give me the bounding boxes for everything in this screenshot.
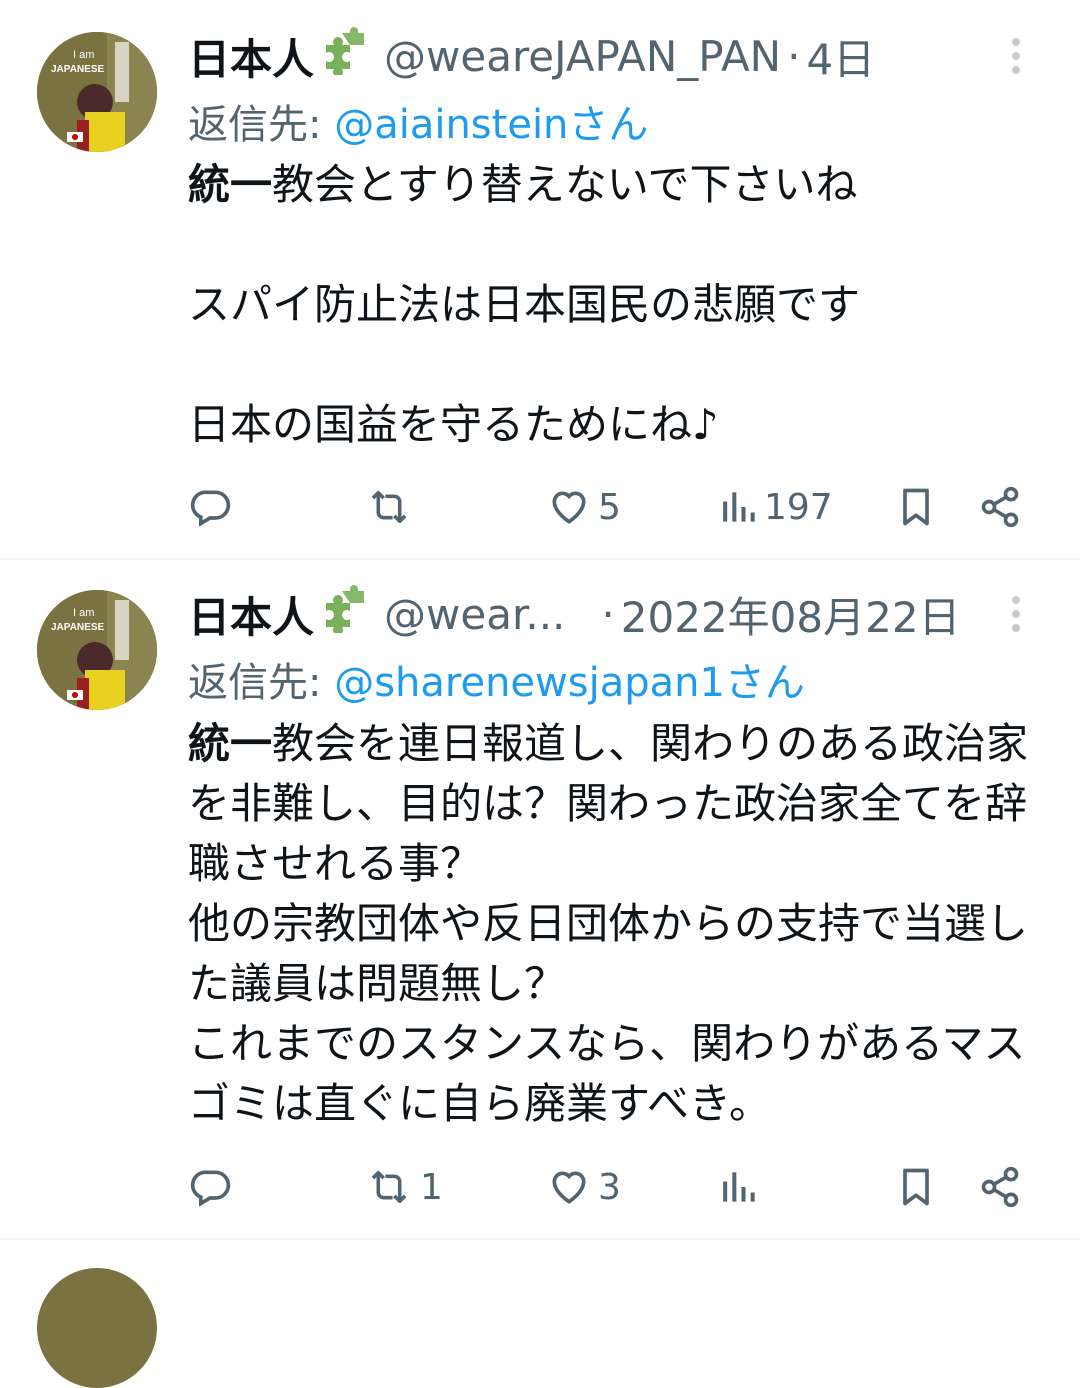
- tweet-header: 日本人 @wear... · 2022年08月22日: [188, 584, 961, 645]
- separator-dot: ·: [601, 589, 615, 639]
- display-name[interactable]: 日本人: [188, 26, 314, 87]
- separator-dot: ·: [787, 31, 801, 81]
- display-name[interactable]: 日本人: [188, 584, 314, 645]
- share-button[interactable]: [978, 1157, 1022, 1217]
- avatar[interactable]: I am JAPANESE: [37, 32, 157, 152]
- action-bar: 1 3: [188, 1157, 1038, 1217]
- retweet-icon: [371, 490, 407, 524]
- tweet-text: 統一教会を連日報道し、関わりのある政治家を非難し、目的は？関わった政治家全てを辞…: [188, 714, 1048, 1134]
- svg-text:I am: I am: [73, 607, 94, 619]
- bookmark-icon: [903, 488, 929, 526]
- views-count: 197: [764, 486, 833, 528]
- bookmark-button[interactable]: [894, 477, 938, 537]
- reply-button[interactable]: [188, 477, 238, 537]
- views-button[interactable]: 197: [718, 477, 833, 537]
- like-count: 3: [598, 1166, 621, 1208]
- reply-to-handle[interactable]: @aiainsteinさん: [334, 102, 648, 148]
- more-icon[interactable]: [996, 28, 1036, 84]
- bookmark-icon: [903, 1168, 929, 1206]
- more-icon[interactable]: [996, 586, 1036, 642]
- reply-icon: [190, 1170, 231, 1207]
- divider: [0, 558, 1080, 560]
- tweet-text-rest: 教会を連日報道し、関わりのある政治家を非難し、目的は？関わった政治家全てを辞職さ…: [188, 719, 1029, 1128]
- avatar[interactable]: [37, 1268, 157, 1388]
- reply-icon: [190, 490, 231, 527]
- svg-text:JAPANESE: JAPANESE: [51, 622, 104, 633]
- views-icon: [723, 492, 755, 522]
- reply-to-line: 返信先: @aiainsteinさん: [188, 92, 648, 150]
- tweet-text: 統一教会とすり替えないで下さいね スパイ防止法は日本国民の悲願です 日本の国益を…: [188, 155, 1048, 455]
- action-bar: 5 197: [188, 477, 1038, 537]
- bookmark-button[interactable]: [894, 1157, 938, 1217]
- divider: [0, 1238, 1080, 1240]
- like-count: 5: [598, 486, 621, 528]
- bold-text: 統一: [188, 160, 273, 209]
- share-button[interactable]: [978, 477, 1022, 537]
- reply-to-handle[interactable]: @sharenewsjapan1さん: [334, 660, 805, 706]
- bold-text: 統一: [188, 719, 273, 768]
- reply-to-label: 返信先:: [188, 660, 335, 706]
- timestamp[interactable]: 4日: [806, 26, 875, 87]
- like-button[interactable]: 5: [546, 477, 621, 537]
- views-button[interactable]: [718, 1157, 764, 1217]
- like-button[interactable]: 3: [546, 1157, 621, 1217]
- retweet-button[interactable]: [364, 477, 420, 537]
- share-icon: [981, 1166, 1019, 1208]
- share-icon: [981, 486, 1019, 528]
- reply-to-label: 返信先:: [188, 102, 335, 148]
- user-handle[interactable]: @wear...: [384, 590, 565, 639]
- avatar[interactable]: I am JAPANESE: [37, 590, 157, 710]
- user-handle[interactable]: @weareJAPAN_PAN: [384, 32, 781, 81]
- retweet-button[interactable]: 1: [364, 1157, 443, 1217]
- like-icon: [552, 491, 586, 524]
- retweet-icon: [371, 1170, 407, 1204]
- reply-button[interactable]: [188, 1157, 238, 1217]
- reply-to-line: 返信先: @sharenewsjapan1さん: [188, 650, 805, 708]
- svg-text:I am: I am: [73, 49, 94, 61]
- svg-text:JAPANESE: JAPANESE: [51, 64, 104, 75]
- puzzle-icon: [318, 27, 366, 85]
- views-icon: [723, 1172, 755, 1202]
- puzzle-icon: [318, 585, 366, 643]
- retweet-count: 1: [420, 1166, 443, 1208]
- tweet-header: 日本人 @weareJAPAN_PAN · 4日: [188, 26, 875, 87]
- tweet-text-rest: 教会とすり替えないで下さいね スパイ防止法は日本国民の悲願です 日本の国益を守る…: [188, 160, 861, 449]
- timestamp[interactable]: 2022年08月22日: [621, 584, 961, 645]
- like-icon: [552, 1171, 586, 1204]
